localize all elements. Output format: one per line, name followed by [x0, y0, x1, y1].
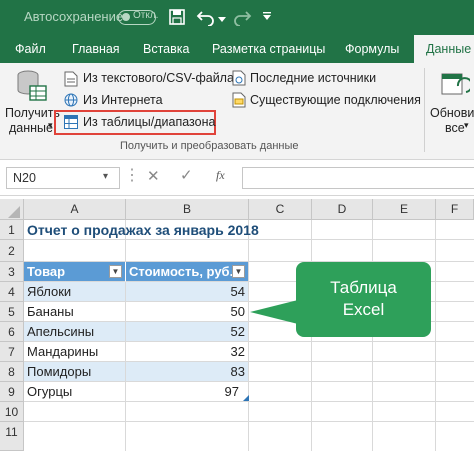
- table-cell-product[interactable]: Яблоки: [24, 282, 126, 302]
- column-header-a[interactable]: A: [24, 199, 126, 220]
- table-cell-cost[interactable]: 83: [126, 362, 249, 382]
- tab-insert[interactable]: Вставка: [143, 42, 189, 56]
- autosave-toggle[interactable]: Откл.: [118, 10, 159, 25]
- table-icon: [64, 115, 78, 132]
- toggle-knob: [122, 13, 130, 21]
- filter-dropdown-icon[interactable]: ▼: [109, 265, 122, 278]
- globe-icon: [64, 93, 78, 110]
- save-icon[interactable]: [168, 8, 186, 29]
- get-data-label-2[interactable]: данные: [9, 121, 53, 135]
- table-cell-cost[interactable]: 50: [126, 302, 249, 322]
- report-title[interactable]: Отчет о продажах за январь 2018: [24, 220, 284, 240]
- text-csv-icon: [64, 71, 78, 90]
- column-header-e[interactable]: E: [373, 199, 436, 220]
- from-text-csv-button[interactable]: Из текстового/CSV-файла: [83, 71, 234, 85]
- filter-dropdown-icon[interactable]: ▼: [232, 265, 245, 278]
- table-header-product-label: Товар: [27, 264, 66, 279]
- group-label: Получить и преобразовать данные: [120, 140, 299, 152]
- row-header-7[interactable]: 7: [0, 342, 24, 362]
- group-separator: [424, 68, 425, 152]
- tab-file[interactable]: Файл: [15, 42, 46, 56]
- callout-line-1: Таблица: [330, 278, 397, 297]
- row-header-2[interactable]: 2: [0, 240, 24, 262]
- refresh-icon[interactable]: [440, 72, 473, 101]
- existing-connections-icon: [232, 92, 246, 111]
- callout-pointer: [250, 300, 298, 324]
- table-cell-cost[interactable]: 52: [126, 322, 249, 342]
- tab-data[interactable]: Данные: [414, 35, 474, 63]
- refresh-dropdown-icon[interactable]: ▾: [464, 120, 469, 131]
- get-data-dropdown-icon[interactable]: ▾: [48, 120, 53, 131]
- toggle-state: Откл.: [133, 10, 159, 21]
- row-header-1[interactable]: 1: [0, 220, 24, 240]
- from-web-button[interactable]: Из Интернета: [83, 93, 163, 107]
- table-cell-cost[interactable]: 97: [126, 382, 249, 402]
- existing-connections-button[interactable]: Существующие подключения: [250, 93, 421, 107]
- refresh-all-label[interactable]: Обнови: [430, 106, 474, 120]
- callout-line-2: Excel: [342, 300, 385, 319]
- cancel-icon[interactable]: ✕: [147, 167, 160, 185]
- name-box-value: N20: [13, 171, 36, 185]
- formula-input[interactable]: [242, 167, 474, 189]
- row-header-10[interactable]: 10: [0, 402, 24, 422]
- table-cell-product[interactable]: Огурцы: [24, 382, 126, 402]
- select-all-triangle: [8, 206, 20, 218]
- table-resize-handle[interactable]: [243, 395, 249, 401]
- get-data-label[interactable]: Получить: [5, 106, 60, 120]
- table-header-cost[interactable]: Стоимость, руб. ▼: [126, 262, 249, 282]
- enter-icon[interactable]: ✓: [180, 166, 193, 184]
- autosave-label: Автосохранение: [24, 9, 124, 24]
- table-cell-product[interactable]: Апельсины: [24, 322, 126, 342]
- column-header-c[interactable]: C: [249, 199, 312, 220]
- table-cell-cost[interactable]: 32: [126, 342, 249, 362]
- refresh-all-label-2[interactable]: все: [445, 121, 465, 135]
- formula-bar-grip[interactable]: ⋮: [124, 165, 141, 185]
- tab-data-label: Данные: [426, 42, 472, 56]
- column-header-f[interactable]: F: [436, 199, 474, 220]
- callout-box: Таблица Excel: [296, 262, 431, 337]
- get-data-icon[interactable]: [14, 68, 50, 107]
- row-header-6[interactable]: 6: [0, 322, 24, 342]
- name-box-dropdown-icon[interactable]: ▾: [103, 171, 108, 182]
- from-table-range-button[interactable]: Из таблицы/диапазона: [83, 115, 215, 129]
- row-header-8[interactable]: 8: [0, 362, 24, 382]
- undo-dropdown-icon[interactable]: [218, 12, 226, 26]
- customize-toolbar-icon[interactable]: [262, 10, 272, 24]
- tab-home[interactable]: Главная: [72, 42, 120, 56]
- table-header-product[interactable]: Товар ▼: [24, 262, 126, 282]
- callout-text: Таблица Excel: [296, 277, 431, 321]
- row-header-5[interactable]: 5: [0, 302, 24, 322]
- column-header-d[interactable]: D: [312, 199, 373, 220]
- table-cell-product[interactable]: Мандарины: [24, 342, 126, 362]
- recent-sources-icon: [232, 70, 246, 89]
- insert-function-icon[interactable]: fx: [216, 168, 225, 183]
- row-header-11[interactable]: 11: [0, 422, 24, 451]
- row-header-9[interactable]: 9: [0, 382, 24, 402]
- column-header-b[interactable]: B: [126, 199, 249, 220]
- undo-icon[interactable]: [196, 8, 216, 29]
- table-cell-cost[interactable]: 54: [126, 282, 249, 302]
- tab-formulas[interactable]: Формулы: [345, 42, 399, 56]
- row-header-3[interactable]: 3: [0, 262, 24, 282]
- tab-page-layout[interactable]: Разметка страницы: [212, 42, 325, 56]
- table-cell-product[interactable]: Помидоры: [24, 362, 126, 382]
- row-header-4[interactable]: 4: [0, 282, 24, 302]
- table-cell-product[interactable]: Бананы: [24, 302, 126, 322]
- name-box[interactable]: N20 ▾: [6, 167, 120, 189]
- redo-icon[interactable]: [232, 8, 252, 29]
- recent-sources-button[interactable]: Последние источники: [250, 71, 376, 85]
- table-header-cost-label: Стоимость, руб.: [129, 264, 234, 279]
